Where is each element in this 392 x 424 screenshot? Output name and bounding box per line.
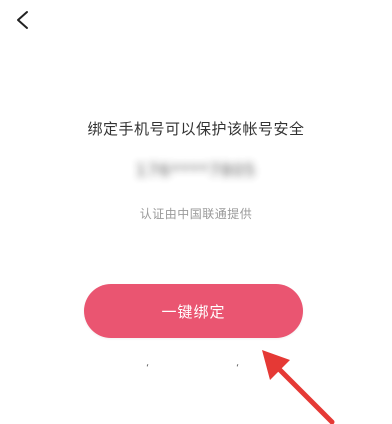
bind-button-label: 一键绑定 <box>161 302 226 321</box>
masked-phone-number: 176****7805 <box>135 161 257 181</box>
footer-mark-right: ‘ <box>236 363 240 374</box>
annotation-arrow-head <box>262 350 290 380</box>
footer-mark-left: ‘ <box>146 363 150 374</box>
annotation-arrow-icon <box>262 350 335 424</box>
annotation-arrow-shaft <box>275 365 335 424</box>
carrier-provider-text: 认证由中国联通提供 <box>139 207 253 221</box>
one-click-bind-button[interactable]: 一键绑定 <box>84 284 303 338</box>
page-title: 绑定手机号可以保护该帐号安全 <box>87 120 305 138</box>
back-button[interactable] <box>8 6 36 34</box>
chevron-left-icon <box>17 11 28 29</box>
